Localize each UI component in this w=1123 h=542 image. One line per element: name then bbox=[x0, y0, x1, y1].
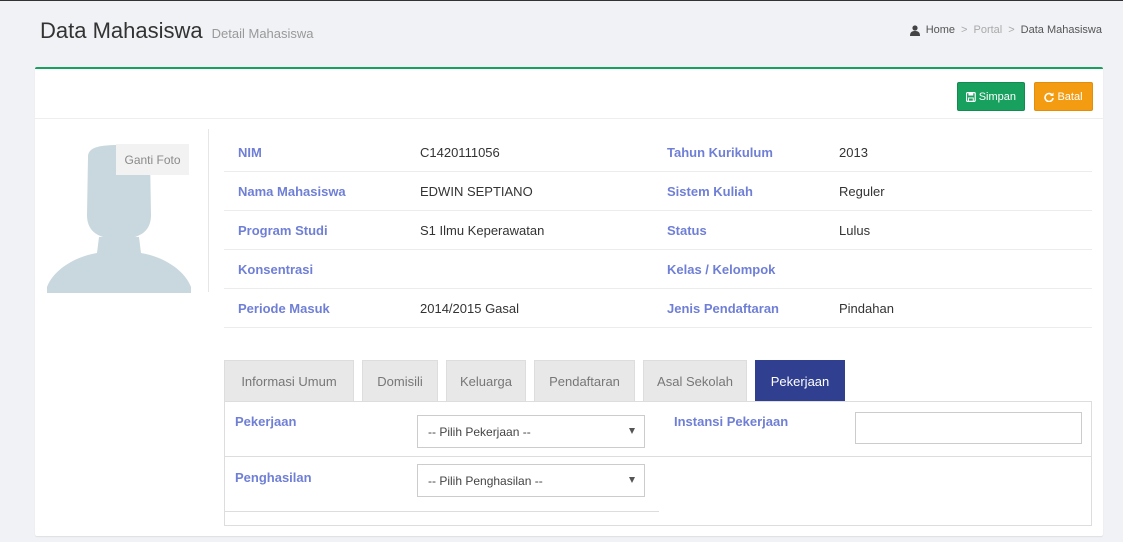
curriculum-year-value: 2013 bbox=[839, 145, 868, 160]
tab-keluarga[interactable]: Keluarga bbox=[446, 360, 526, 401]
chevron-down-icon bbox=[629, 477, 635, 483]
student-name-value: EDWIN SEPTIANO bbox=[420, 184, 533, 199]
breadcrumb-separator: > bbox=[1008, 24, 1015, 36]
registration-type-label: Jenis Pendaftaran bbox=[667, 301, 779, 316]
tab-domisili[interactable]: Domisili bbox=[362, 360, 438, 401]
penghasilan-label: Penghasilan bbox=[235, 470, 312, 485]
curriculum-year-label: Tahun Kurikulum bbox=[667, 145, 773, 160]
page-title: Data Mahasiswa bbox=[40, 18, 203, 43]
breadcrumb: Home > Portal > Data Mahasiswa bbox=[909, 24, 1102, 36]
study-program-label: Program Studi bbox=[238, 223, 328, 238]
top-border bbox=[0, 0, 1123, 1]
page-header: Data Mahasiswa Detail Mahasiswa bbox=[40, 18, 314, 44]
class-group-label: Kelas / Kelompok bbox=[667, 262, 776, 277]
pekerjaan-label: Pekerjaan bbox=[235, 414, 297, 429]
instansi-pekerjaan-input[interactable] bbox=[855, 412, 1082, 444]
entry-period-value: 2014/2015 Gasal bbox=[420, 301, 520, 316]
info-row: Program Studi S1 Ilmu Keperawatan Status… bbox=[224, 211, 1092, 250]
form-row-divider bbox=[225, 511, 659, 512]
detail-tabs: Informasi Umum Domisili Keluarga Pendaft… bbox=[224, 360, 853, 401]
cancel-button[interactable]: Batal bbox=[1034, 82, 1093, 111]
registration-type-value: Pindahan bbox=[839, 301, 894, 316]
penghasilan-selected-value: -- Pilih Penghasilan -- bbox=[428, 473, 543, 488]
info-row: Nama Mahasiswa EDWIN SEPTIANO Sistem Kul… bbox=[224, 172, 1092, 211]
panel-toolbar: Simpan Batal bbox=[35, 69, 1103, 119]
breadcrumb-separator: > bbox=[961, 24, 968, 36]
pekerjaan-tab-content: Pekerjaan -- Pilih Pekerjaan -- Instansi… bbox=[224, 401, 1092, 526]
tab-pekerjaan[interactable]: Pekerjaan bbox=[755, 360, 845, 401]
status-label: Status bbox=[667, 223, 707, 238]
penghasilan-select[interactable]: -- Pilih Penghasilan -- bbox=[417, 464, 645, 497]
student-detail-panel: Simpan Batal Ganti Foto NIM C1420111056 … bbox=[35, 67, 1103, 536]
cancel-button-label: Batal bbox=[1057, 90, 1083, 103]
student-info-table: NIM C1420111056 Tahun Kurikulum 2013 Nam… bbox=[224, 133, 1092, 328]
nim-value: C1420111056 bbox=[420, 145, 500, 160]
breadcrumb-portal[interactable]: Portal bbox=[973, 24, 1002, 36]
pekerjaan-select[interactable]: -- Pilih Pekerjaan -- bbox=[417, 415, 645, 448]
info-row: Periode Masuk 2014/2015 Gasal Jenis Pend… bbox=[224, 289, 1092, 328]
status-value: Lulus bbox=[839, 223, 871, 238]
tab-informasi-umum[interactable]: Informasi Umum bbox=[224, 360, 354, 401]
student-name-label: Nama Mahasiswa bbox=[238, 184, 346, 199]
instansi-pekerjaan-label: Instansi Pekerjaan bbox=[674, 414, 789, 429]
nim-label: NIM bbox=[238, 145, 262, 160]
breadcrumb-current: Data Mahasiswa bbox=[1020, 24, 1102, 36]
save-button[interactable]: Simpan bbox=[957, 82, 1025, 111]
study-program-value: S1 Ilmu Keperawatan bbox=[420, 223, 545, 238]
user-icon bbox=[909, 24, 920, 36]
pekerjaan-selected-value: -- Pilih Pekerjaan -- bbox=[428, 424, 531, 439]
study-system-label: Sistem Kuliah bbox=[667, 184, 753, 199]
info-row: NIM C1420111056 Tahun Kurikulum 2013 bbox=[224, 133, 1092, 172]
study-system-value: Reguler bbox=[839, 184, 885, 199]
page-subtitle: Detail Mahasiswa bbox=[211, 26, 314, 41]
info-row: Konsentrasi Kelas / Kelompok bbox=[224, 250, 1092, 289]
concentration-label: Konsentrasi bbox=[238, 262, 314, 277]
save-button-label: Simpan bbox=[978, 90, 1016, 103]
save-icon bbox=[966, 91, 976, 102]
breadcrumb-home[interactable]: Home bbox=[926, 24, 955, 36]
tab-asal-sekolah[interactable]: Asal Sekolah bbox=[643, 360, 747, 401]
tab-pendaftaran[interactable]: Pendaftaran bbox=[534, 360, 635, 401]
entry-period-label: Periode Masuk bbox=[238, 301, 330, 316]
change-photo-button[interactable]: Ganti Foto bbox=[116, 144, 189, 175]
divider bbox=[208, 129, 209, 292]
chevron-down-icon bbox=[629, 428, 635, 434]
refresh-icon bbox=[1044, 92, 1055, 102]
